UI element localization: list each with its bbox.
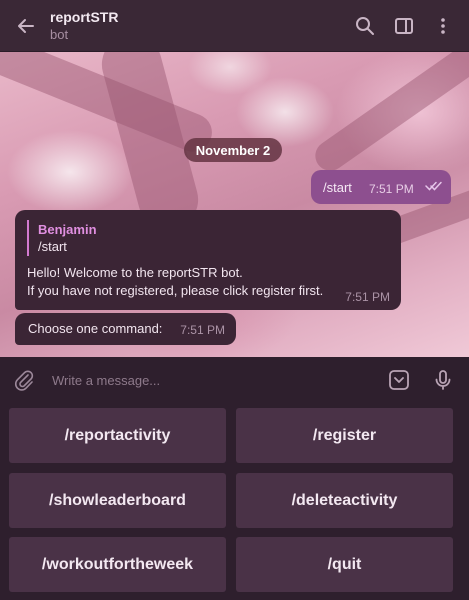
- message-input[interactable]: [52, 365, 387, 395]
- outgoing-message-text: /start: [323, 179, 352, 195]
- reply-quote-text: /start: [38, 239, 67, 254]
- sidebar-toggle-icon: [395, 17, 413, 34]
- message-timestamp: 7:51 PM: [369, 182, 414, 196]
- microphone-icon: [435, 370, 451, 390]
- message-text-line: Hello! Welcome to the reportSTR bot.: [27, 265, 243, 280]
- back-arrow-icon: [18, 18, 34, 33]
- chat-header: reportSTR bot: [0, 0, 469, 52]
- more-vertical-icon: [441, 17, 445, 34]
- search-icon: [356, 16, 374, 35]
- message-composer: [0, 357, 469, 403]
- message-timestamp: 7:51 PM: [180, 323, 225, 337]
- incoming-message[interactable]: Benjamin /start Hello! Welcome to the re…: [15, 210, 401, 310]
- command-button-quit[interactable]: /quit: [236, 537, 453, 592]
- message-timestamp: 7:51 PM: [345, 290, 390, 304]
- outgoing-message[interactable]: /start 7:51 PM: [311, 170, 451, 204]
- sidebar-toggle-button[interactable]: [392, 14, 416, 38]
- search-button[interactable]: [353, 14, 377, 38]
- bot-keyboard-toggle[interactable]: [387, 368, 411, 392]
- more-menu-button[interactable]: [431, 14, 455, 38]
- command-button-deleteactivity[interactable]: /deleteactivity: [236, 473, 453, 528]
- command-button-showleaderboard[interactable]: /showleaderboard: [9, 473, 226, 528]
- reply-quote-author: Benjamin: [38, 222, 97, 237]
- bot-reply-keyboard: /reportactivity /register /showleaderboa…: [0, 403, 469, 600]
- back-button[interactable]: [14, 14, 38, 38]
- message-text: Choose one command:: [28, 321, 163, 336]
- voice-record-button[interactable]: [431, 368, 455, 392]
- command-button-register[interactable]: /register: [236, 408, 453, 463]
- chat-title-block[interactable]: reportSTR bot: [50, 8, 353, 44]
- bot-keyboard-icon: [389, 370, 409, 390]
- chat-title: reportSTR: [50, 8, 119, 25]
- attach-button[interactable]: [12, 368, 36, 392]
- double-check-icon: [425, 181, 442, 191]
- reply-quote[interactable]: Benjamin /start: [27, 220, 389, 256]
- incoming-message[interactable]: Choose one command: 7:51 PM: [15, 313, 236, 345]
- paperclip-icon: [15, 370, 34, 391]
- date-separator: November 2: [184, 138, 282, 162]
- chat-subtitle: bot: [50, 26, 69, 42]
- chat-messages-area[interactable]: November 2 /start 7:51 PM Benjamin /star…: [0, 52, 469, 357]
- command-button-workoutfortheweek[interactable]: /workoutfortheweek: [9, 537, 226, 592]
- message-text-line: If you have not registered, please click…: [27, 283, 324, 298]
- command-button-reportactivity[interactable]: /reportactivity: [9, 408, 226, 463]
- wallpaper-branch: [309, 52, 469, 177]
